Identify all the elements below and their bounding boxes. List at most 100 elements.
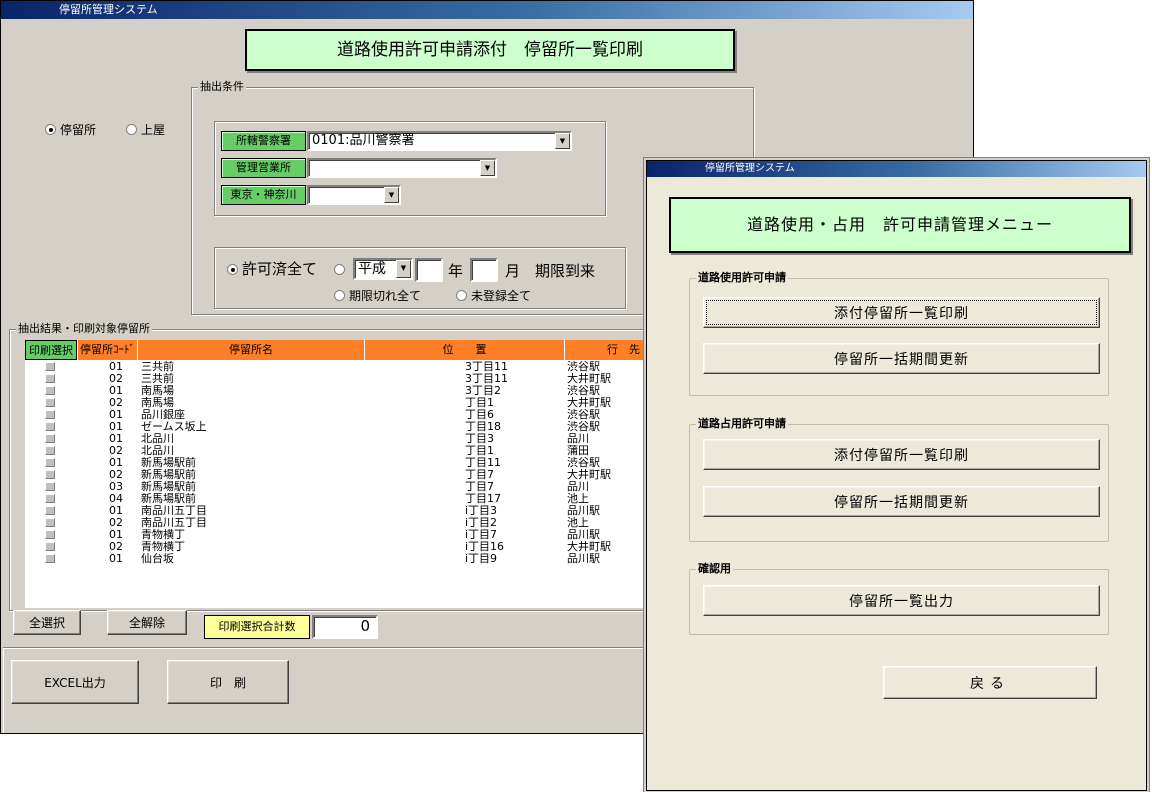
col-position[interactable]: 位 置 bbox=[365, 340, 565, 360]
cell-position: 丁目17 bbox=[465, 493, 501, 505]
month-input[interactable] bbox=[470, 258, 498, 282]
print-select-checkbox[interactable] bbox=[45, 554, 55, 563]
cell-destination: 品川駅 bbox=[567, 553, 600, 565]
radio-unregistered-all[interactable]: 未登録全て bbox=[456, 289, 531, 303]
print-select-checkbox[interactable] bbox=[45, 410, 55, 419]
print-select-checkbox[interactable] bbox=[45, 530, 55, 539]
cell-stop-code: 01 bbox=[109, 529, 123, 541]
road-occupancy-attach-print-button[interactable]: 添付停留所一覧印刷 bbox=[703, 439, 1100, 470]
radio-unregistered-label: 未登録全て bbox=[471, 289, 532, 303]
cell-stop-name: ゼームス坂上 bbox=[141, 421, 207, 433]
road-use-bulk-update-button[interactable]: 停留所一括期間更新 bbox=[703, 343, 1100, 374]
deselect-all-button[interactable]: 全解除 bbox=[107, 610, 187, 635]
print-select-checkbox[interactable] bbox=[45, 494, 55, 503]
chevron-down-icon[interactable]: ▼ bbox=[555, 133, 570, 149]
print-button[interactable]: 印 刷 bbox=[167, 660, 289, 704]
year-input[interactable] bbox=[415, 258, 443, 282]
radio-due[interactable] bbox=[334, 262, 349, 276]
print-select-checkbox[interactable] bbox=[45, 422, 55, 431]
stop-list-output-button[interactable]: 停留所一覧出力 bbox=[703, 585, 1100, 616]
print-select-checkbox[interactable] bbox=[45, 506, 55, 515]
office-select[interactable]: ▼ bbox=[307, 158, 497, 178]
chevron-down-icon[interactable]: ▼ bbox=[384, 187, 399, 203]
cell-position: 丁目7 bbox=[465, 481, 494, 493]
radio-due-indicator bbox=[334, 264, 345, 275]
table-row[interactable]: 01 南馬場 3丁目2 渋谷駅 bbox=[25, 385, 645, 397]
radio-expired-label: 期限切れ全て bbox=[349, 289, 422, 303]
print-select-checkbox[interactable] bbox=[45, 518, 55, 527]
cell-destination: 渋谷駅 bbox=[567, 409, 600, 421]
table-row[interactable]: 01 ゼームス坂上 丁目18 渋谷駅 bbox=[25, 421, 645, 433]
table-row[interactable]: 02 北品川 丁目1 蒲田 bbox=[25, 445, 645, 457]
table-row[interactable]: 04 新馬場駅前 丁目17 池上 bbox=[25, 493, 645, 505]
print-select-checkbox[interactable] bbox=[45, 446, 55, 455]
back-button[interactable]: 戻る bbox=[883, 666, 1097, 699]
cell-destination: 品川 bbox=[567, 481, 589, 493]
print-select-checkbox[interactable] bbox=[45, 470, 55, 479]
road-use-attach-print-button[interactable]: 添付停留所一覧印刷 bbox=[703, 297, 1100, 328]
cell-stop-code: 04 bbox=[109, 493, 123, 505]
col-print-select[interactable]: 印刷選択 bbox=[25, 340, 77, 360]
table-row[interactable]: 03 新馬場駅前 丁目7 品川 bbox=[25, 481, 645, 493]
col-destination[interactable]: 行 先 bbox=[565, 340, 645, 360]
print-select-checkbox[interactable] bbox=[45, 482, 55, 491]
cell-stop-name: 新馬場駅前 bbox=[141, 469, 196, 481]
excel-output-button[interactable]: EXCEL出力 bbox=[11, 660, 139, 704]
radio-roof[interactable]: 上屋 bbox=[126, 123, 165, 137]
window-title: 停留所管理システム bbox=[59, 3, 158, 16]
table-row[interactable]: 02 南馬場 丁目1 大井町駅 bbox=[25, 397, 645, 409]
cell-stop-name: 南品川五丁目 bbox=[141, 505, 207, 517]
print-select-checkbox[interactable] bbox=[45, 362, 55, 371]
police-select-value: 0101:品川警察署 bbox=[312, 133, 415, 148]
era-select[interactable]: 平成 ▼ bbox=[353, 258, 413, 280]
table-row[interactable]: 01 品川銀座 丁目6 渋谷駅 bbox=[25, 409, 645, 421]
radio-permit-all-indicator bbox=[227, 264, 238, 275]
extract-conditions-title: 抽出条件 bbox=[198, 80, 246, 93]
cell-position: 丁目1 bbox=[465, 445, 494, 457]
region-select[interactable]: ▼ bbox=[307, 185, 401, 205]
table-row[interactable]: 02 三共前 3丁目11 大井町駅 bbox=[25, 373, 645, 385]
table-row[interactable]: 01 青物横丁 i丁目7 品川駅 bbox=[25, 529, 645, 541]
cell-destination: 蒲田 bbox=[567, 445, 589, 457]
print-select-checkbox[interactable] bbox=[45, 374, 55, 383]
total-label: 印刷選択合計数 bbox=[204, 615, 310, 639]
cell-stop-name: 北品川 bbox=[141, 433, 174, 445]
print-select-checkbox[interactable] bbox=[45, 386, 55, 395]
table-row[interactable]: 02 新馬場駅前 丁目7 大井町駅 bbox=[25, 469, 645, 481]
radio-stop[interactable]: 停留所 bbox=[45, 123, 96, 137]
print-select-checkbox[interactable] bbox=[45, 398, 55, 407]
cell-stop-code: 02 bbox=[109, 373, 123, 385]
radio-permit-all[interactable]: 許可済全て bbox=[227, 262, 317, 277]
table-row[interactable]: 01 新馬場駅前 丁目11 渋谷駅 bbox=[25, 457, 645, 469]
window-title-bar[interactable]: 停留所管理システム bbox=[1, 1, 973, 19]
print-select-checkbox[interactable] bbox=[45, 542, 55, 551]
cell-destination: 品川 bbox=[567, 433, 589, 445]
cell-stop-code: 01 bbox=[109, 361, 123, 373]
office-label: 管理営業所 bbox=[221, 158, 306, 178]
cell-stop-code: 01 bbox=[109, 385, 123, 397]
cell-position: i丁目2 bbox=[465, 517, 498, 529]
police-select[interactable]: 0101:品川警察署 ▼ bbox=[307, 131, 572, 151]
col-stop-code[interactable]: 停留所ｺｰﾄﾞ bbox=[78, 340, 138, 360]
stop-grid[interactable]: 印刷選択 停留所ｺｰﾄﾞ 停留所名 位 置 行 先 01 三共前 3丁目11 渋谷駅 0… bbox=[25, 340, 645, 608]
radio-expired-all[interactable]: 期限切れ全て bbox=[334, 289, 421, 303]
table-row[interactable]: 01 仙台坂 i丁目9 品川駅 bbox=[25, 553, 645, 565]
month-label: 月 bbox=[505, 262, 521, 280]
print-select-checkbox[interactable] bbox=[45, 458, 55, 467]
table-row[interactable]: 01 北品川 丁目3 品川 bbox=[25, 433, 645, 445]
col-stop-name[interactable]: 停留所名 bbox=[138, 340, 365, 360]
print-select-checkbox[interactable] bbox=[45, 434, 55, 443]
table-row[interactable]: 01 南品川五丁目 i丁目3 品川駅 bbox=[25, 505, 645, 517]
chevron-down-icon[interactable]: ▼ bbox=[396, 260, 411, 278]
cell-stop-code: 01 bbox=[109, 553, 123, 565]
chevron-down-icon[interactable]: ▼ bbox=[480, 160, 495, 176]
cell-position: i丁目16 bbox=[465, 541, 505, 553]
table-row[interactable]: 02 青物横丁 i丁目16 大井町駅 bbox=[25, 541, 645, 553]
region-label: 東京・神奈川 bbox=[221, 185, 306, 205]
select-all-button[interactable]: 全選択 bbox=[13, 610, 81, 635]
cell-position: 3丁目11 bbox=[465, 361, 508, 373]
road-occupancy-bulk-update-button[interactable]: 停留所一括期間更新 bbox=[703, 486, 1100, 517]
table-row[interactable]: 01 三共前 3丁目11 渋谷駅 bbox=[25, 361, 645, 373]
menu-title-bar[interactable]: 停留所管理システム bbox=[647, 161, 1146, 177]
table-row[interactable]: 02 南品川五丁目 i丁目2 池上 bbox=[25, 517, 645, 529]
